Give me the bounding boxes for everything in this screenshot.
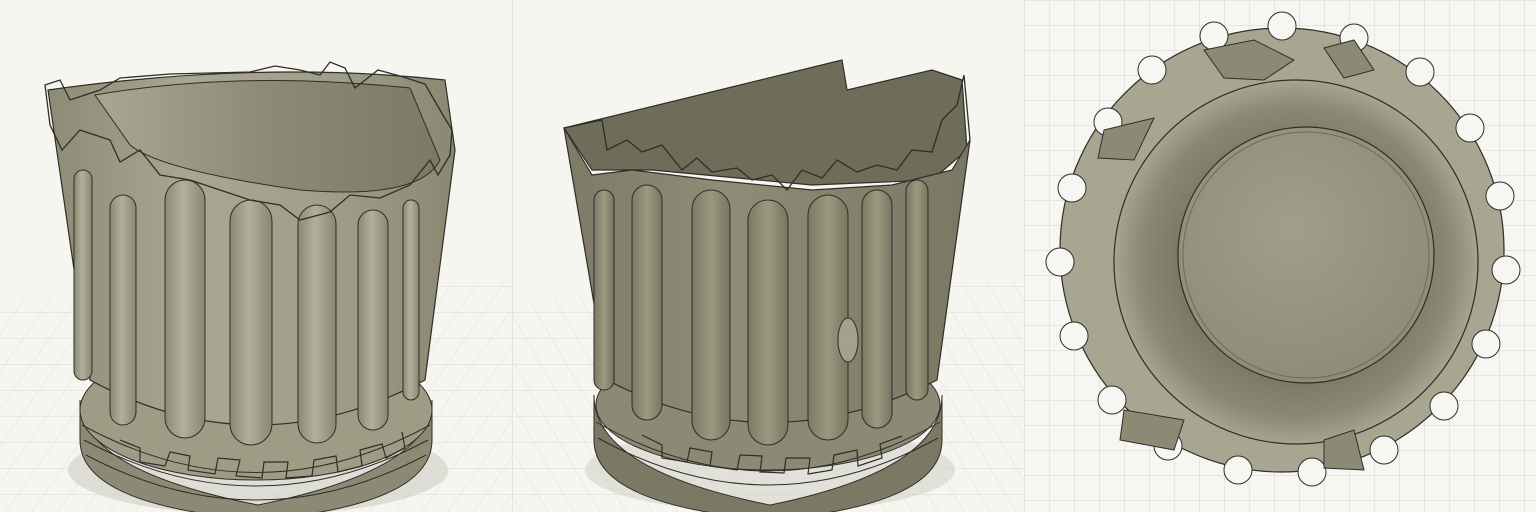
fluting — [73, 169, 420, 446]
angled-view-canvas — [512, 59, 1024, 512]
render-viewport — [0, 0, 1536, 512]
pot-interior — [563, 59, 968, 186]
front-view-canvas — [0, 61, 512, 512]
top-view-canvas — [1024, 0, 1536, 512]
top-down-view — [1024, 0, 1536, 512]
pot-floor — [1177, 126, 1435, 384]
front-perspective-view — [0, 0, 512, 512]
fluting — [593, 179, 929, 446]
angled-perspective-view — [512, 0, 1024, 512]
